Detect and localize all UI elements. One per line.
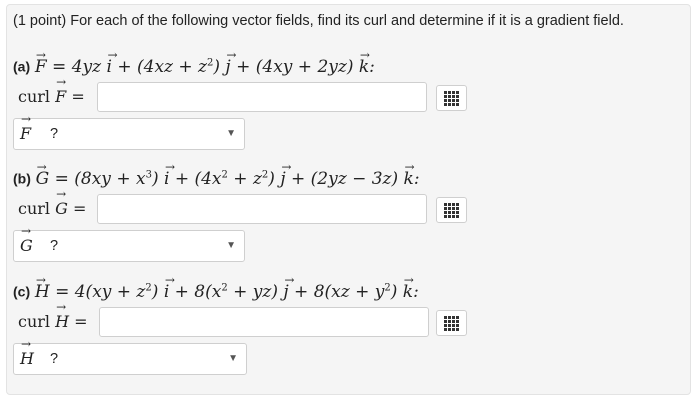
part-b-expression: G = (8xy + x3) i + (4x2 + z2) j + (2yz −… (36, 156, 420, 189)
part-b-select-field: G (20, 224, 33, 255)
matrix-grid-icon (444, 202, 459, 218)
part-c: (c) H = 4(xy + z2) i + 8(x2 + yz) j + 8(… (13, 269, 473, 397)
part-b-gradient-select[interactable]: G ? ▼ (13, 224, 245, 262)
matrix-grid-icon (444, 90, 459, 106)
part-a-palette-button[interactable] (436, 85, 467, 111)
part-b-selected-value: ? (50, 238, 59, 254)
part-a-expression: F = 4yz i + (4xz + z2) j + (4xy + 2yz) k… (35, 44, 375, 77)
part-c-question: (c) H = 4(xy + z2) i + 8(x2 + yz) j + 8(… (13, 269, 419, 303)
part-b-palette-button[interactable] (436, 197, 467, 223)
matrix-grid-icon (444, 315, 459, 331)
caret-down-icon: ▼ (228, 353, 238, 364)
part-c-label: (c) (13, 283, 31, 300)
part-a-gradient-select[interactable]: F ? ▼ (13, 112, 245, 150)
part-c-palette-button[interactable] (436, 310, 467, 336)
problem-intro: (1 point) For each of the following vect… (13, 13, 624, 29)
part-c-gradient-select[interactable]: H ? ▼ (13, 337, 247, 375)
part-b-curl-label: curl G = (18, 187, 86, 218)
part-b-curl-input[interactable] (97, 194, 427, 224)
part-c-select-field: H (20, 337, 34, 368)
part-a-question: (a) F = 4yz i + (4xz + z2) j + (4xy + 2y… (13, 44, 375, 78)
part-c-curl-input[interactable] (99, 307, 429, 337)
part-c-expression: H = 4(xy + z2) i + 8(x2 + yz) j + 8(xz +… (35, 269, 419, 302)
part-c-curl-label: curl H = (18, 300, 88, 331)
part-a: (a) F = 4yz i + (4xz + z2) j + (4xy + 2y… (13, 44, 473, 172)
part-a-selected-value: ? (50, 126, 59, 142)
part-a-label: (a) (13, 58, 31, 75)
caret-down-icon: ▼ (226, 240, 236, 251)
part-a-curl-label: curl F = (18, 75, 85, 106)
part-a-select-field: F (20, 112, 31, 143)
part-b-label: (b) (13, 170, 31, 187)
part-c-selected-value: ? (50, 351, 59, 367)
part-a-curl-input[interactable] (97, 82, 427, 112)
part-b: (b) G = (8xy + x3) i + (4x2 + z2) j + (2… (13, 156, 473, 284)
part-b-question: (b) G = (8xy + x3) i + (4x2 + z2) j + (2… (13, 156, 420, 190)
caret-down-icon: ▼ (226, 128, 236, 139)
